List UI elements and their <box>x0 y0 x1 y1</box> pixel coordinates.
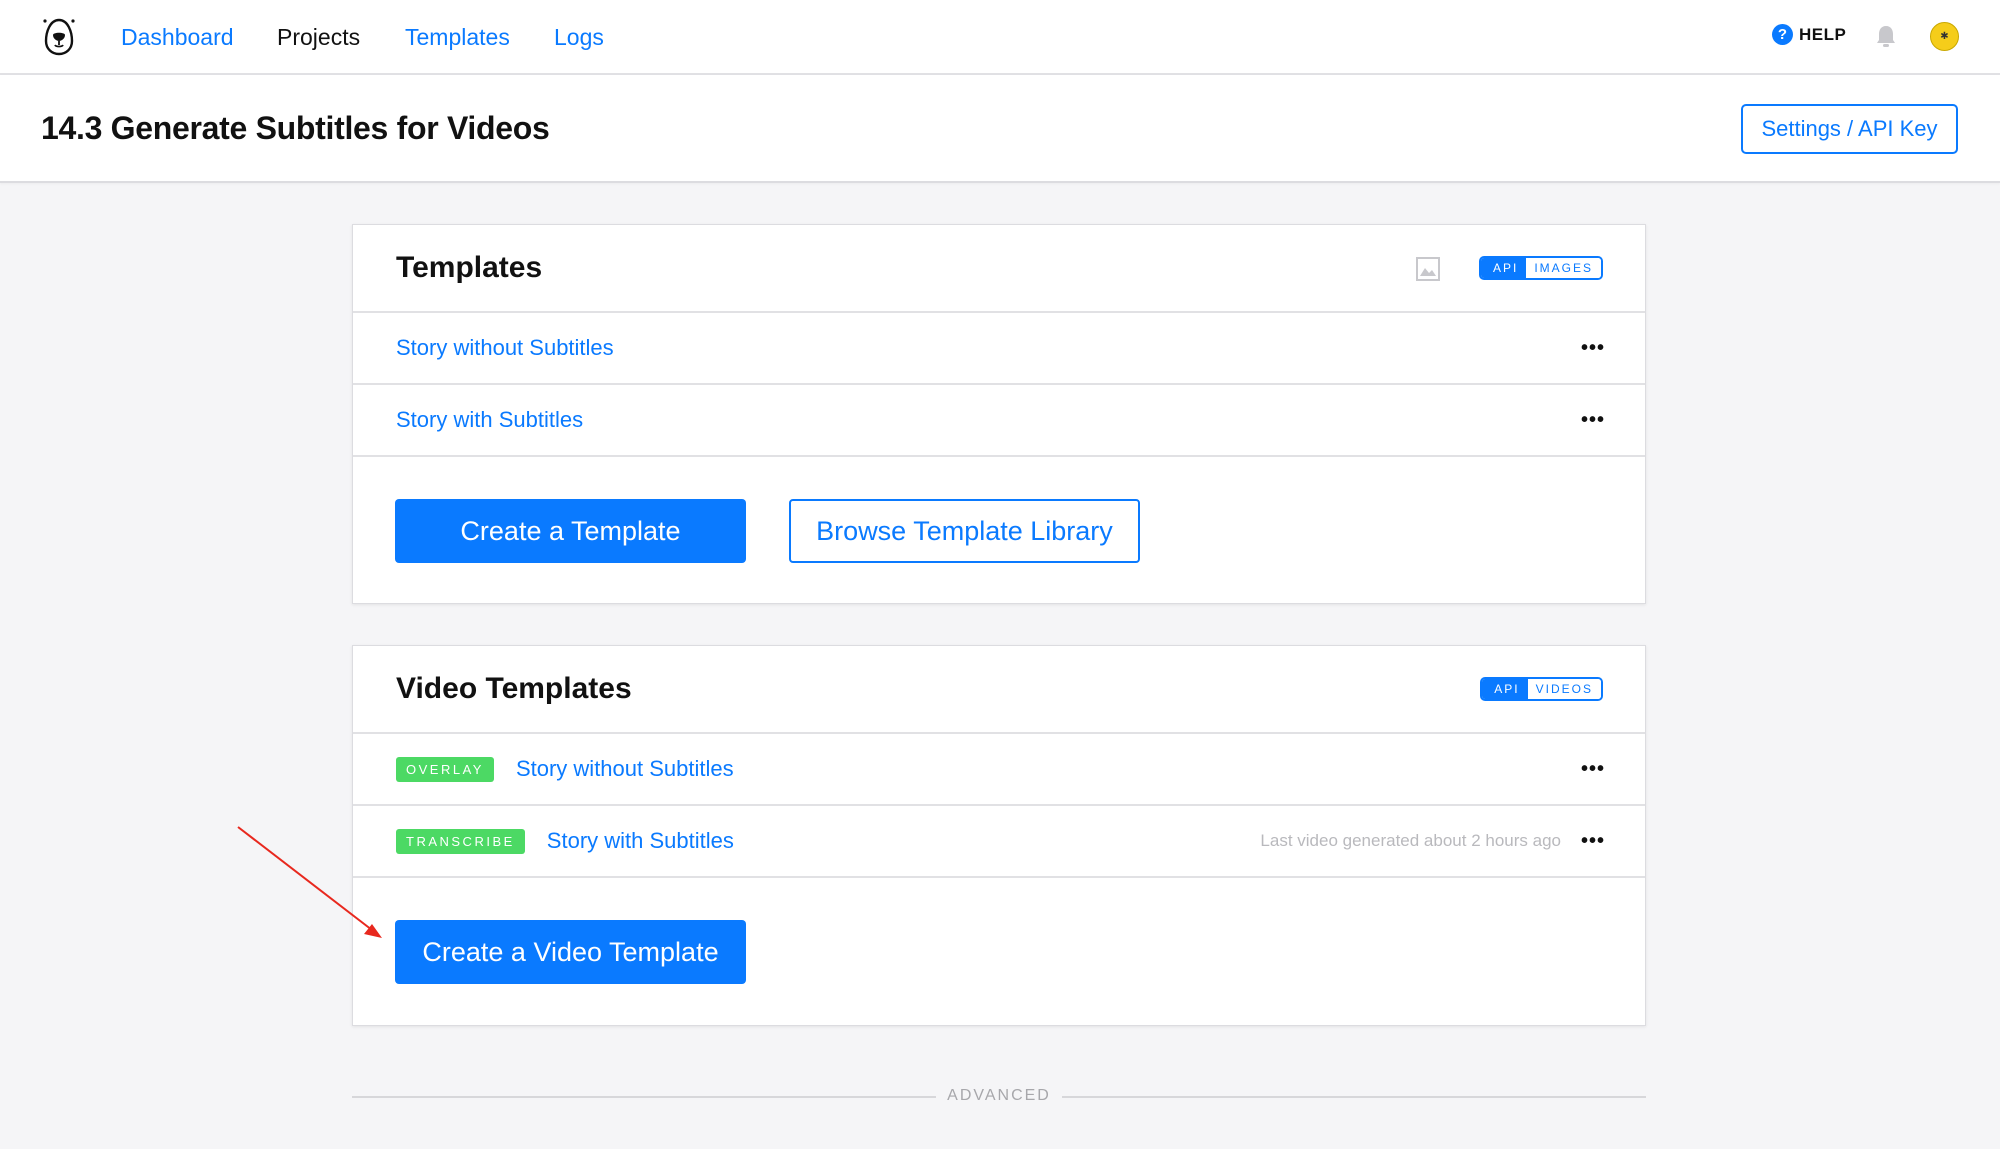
toggle-videos[interactable]: VIDEOS <box>1527 679 1601 699</box>
top-nav: Dashboard Projects Templates Logs ? HELP… <box>0 0 2000 75</box>
nav-logs[interactable]: Logs <box>554 23 604 51</box>
page-title: 14.3 Generate Subtitles for Videos <box>41 110 550 146</box>
avatar-glyph-icon: ✱ <box>1940 31 1949 42</box>
templates-card-header: Templates API IMAGES <box>353 225 1645 313</box>
last-generated-text: Last video generated about 2 hours ago <box>1260 831 1561 850</box>
video-templates-card: Video Templates API VIDEOS OVERLAY Story… <box>352 645 1646 1026</box>
browse-template-library-button[interactable]: Browse Template Library <box>789 499 1140 563</box>
toggle-images[interactable]: IMAGES <box>1526 258 1601 278</box>
create-template-button[interactable]: Create a Template <box>395 499 746 563</box>
template-row: Story with Subtitles ••• <box>353 385 1645 457</box>
overlay-badge: OVERLAY <box>396 756 494 782</box>
user-avatar[interactable]: ✱ <box>1930 22 1959 51</box>
templates-card-title: Templates <box>396 251 543 284</box>
more-options-icon[interactable]: ••• <box>1581 759 1605 779</box>
bell-icon[interactable] <box>1875 24 1897 48</box>
video-template-row: TRANSCRIBE Story with Subtitles Last vid… <box>353 806 1645 878</box>
api-images-toggle[interactable]: API IMAGES <box>1478 256 1603 280</box>
create-video-template-button[interactable]: Create a Video Template <box>395 920 746 984</box>
video-card-title: Video Templates <box>396 672 632 705</box>
bear-logo-icon[interactable] <box>40 16 78 56</box>
divider-line-right <box>1062 1096 1646 1098</box>
page-header: 14.3 Generate Subtitles for Videos Setti… <box>0 75 2000 183</box>
settings-api-key-button[interactable]: Settings / API Key <box>1741 104 1958 154</box>
advanced-divider: ADVANCED <box>352 1086 1646 1106</box>
help-label: HELP <box>1799 24 1847 44</box>
toggle-api[interactable]: API <box>1482 679 1528 699</box>
api-videos-toggle[interactable]: API VIDEOS <box>1480 677 1603 701</box>
video-card-header: Video Templates API VIDEOS <box>353 646 1645 734</box>
video-template-link[interactable]: Story without Subtitles <box>516 756 734 782</box>
transcribe-badge: TRANSCRIBE <box>396 828 525 854</box>
help-question-icon: ? <box>1772 24 1793 45</box>
more-options-icon[interactable]: ••• <box>1581 410 1605 430</box>
templates-card: Templates API IMAGES Story without Subti… <box>352 224 1646 604</box>
video-template-row: OVERLAY Story without Subtitles ••• <box>353 734 1645 806</box>
nav-templates[interactable]: Templates <box>405 23 510 51</box>
template-link[interactable]: Story without Subtitles <box>396 335 614 361</box>
help-link[interactable]: ? HELP <box>1772 24 1846 45</box>
toggle-api[interactable]: API <box>1480 258 1527 278</box>
more-options-icon[interactable]: ••• <box>1581 338 1605 358</box>
nav-dashboard[interactable]: Dashboard <box>121 23 234 51</box>
image-icon[interactable] <box>1416 257 1440 281</box>
template-row: Story without Subtitles ••• <box>353 313 1645 385</box>
video-template-link[interactable]: Story with Subtitles <box>547 828 734 854</box>
nav-projects[interactable]: Projects <box>277 23 360 51</box>
more-options-icon[interactable]: ••• <box>1581 831 1605 851</box>
template-link[interactable]: Story with Subtitles <box>396 407 583 433</box>
